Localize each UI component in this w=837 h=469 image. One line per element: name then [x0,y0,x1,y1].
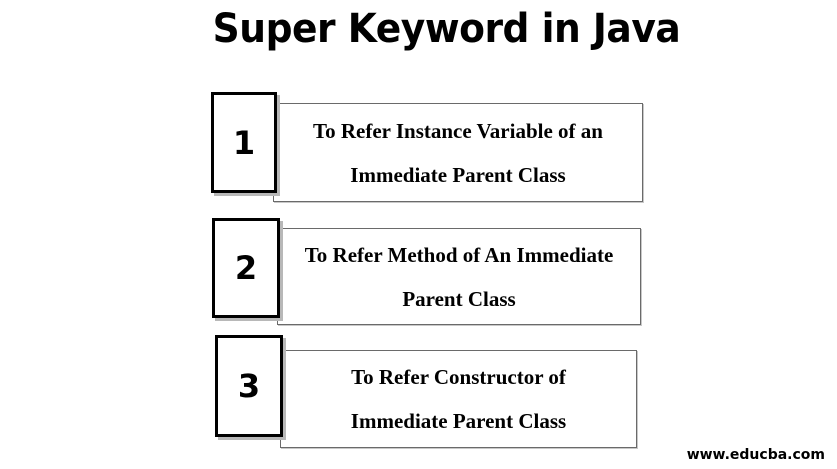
item-2-line-2: Parent Class [402,286,516,311]
item-1-number: 1 [232,123,256,162]
item-2-text-box: To Refer Method of An Immediate Parent C… [277,228,641,325]
item-2-line-1: To Refer Method of An Immediate [304,242,614,267]
item-3-line-1: To Refer Constructor of [351,365,566,389]
item-3-text-box: To Refer Constructor of Immediate Parent… [280,350,637,448]
item-3-number-box: 3 [215,335,283,437]
page-title: Super Keyword in Java [212,6,681,52]
item-1-line-1: To Refer Instance Variable of an [313,118,603,143]
item-3-number: 3 [237,367,261,405]
item-2-number: 2 [234,249,258,287]
site-url: www.educba.com [686,447,825,463]
item-1-text-box: To Refer Instance Variable of an Immedia… [273,103,643,202]
item-1-line-2: Immediate Parent Class [350,162,566,187]
item-3-line-2: Immediate Parent Class [350,409,567,433]
item-1-number-box: 1 [211,92,277,193]
item-2-number-box: 2 [212,218,280,318]
